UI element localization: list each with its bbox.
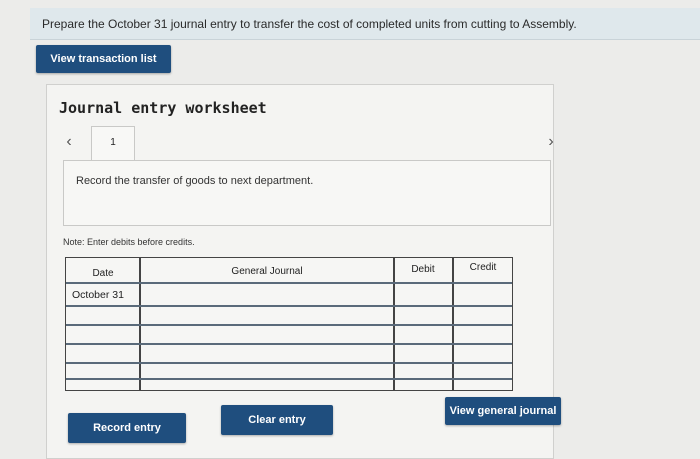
chevron-right-icon[interactable]: ›: [543, 133, 559, 151]
row-6-account-input[interactable]: [142, 380, 392, 389]
row-2-credit-input[interactable]: [455, 307, 510, 323]
question-text: Prepare the October 31 journal entry to …: [42, 17, 577, 31]
worksheet-title: Journal entry worksheet: [59, 99, 267, 117]
tab-1[interactable]: 1: [91, 126, 135, 160]
instruction-text: Record the transfer of goods to next dep…: [76, 175, 314, 187]
clear-entry-label: Clear entry: [248, 414, 306, 426]
journal-grid: Date General Journal Debit Credit Octobe…: [65, 257, 513, 391]
tab-1-label: 1: [110, 137, 116, 148]
header-debit: Debit: [411, 264, 435, 275]
row-1-account-input[interactable]: [142, 284, 392, 304]
view-transaction-list-button[interactable]: View transaction list: [36, 45, 171, 73]
header-general-journal: General Journal: [231, 266, 303, 277]
row-6-debit-input[interactable]: [396, 380, 451, 389]
record-entry-label: Record entry: [93, 422, 161, 434]
header-date: Date: [92, 268, 114, 279]
row-3-account-input[interactable]: [142, 326, 392, 342]
row-6-credit-input[interactable]: [455, 380, 510, 389]
question-banner: Prepare the October 31 journal entry to …: [30, 8, 700, 40]
row-3-credit-input[interactable]: [455, 326, 510, 342]
view-transaction-list-label: View transaction list: [50, 53, 157, 65]
row-1-debit-input[interactable]: [396, 284, 451, 304]
row-5-debit-input[interactable]: [396, 364, 451, 377]
record-entry-button[interactable]: Record entry: [68, 413, 186, 443]
header-credit: Credit: [469, 262, 497, 273]
row-1-credit-input[interactable]: [455, 284, 510, 304]
row-2-account-input[interactable]: [142, 307, 392, 323]
note-text: Note: Enter debits before credits.: [63, 237, 195, 247]
row-4-credit-input[interactable]: [455, 345, 510, 361]
view-general-journal-button[interactable]: View general journal: [445, 397, 561, 425]
row-4-account-input[interactable]: [142, 345, 392, 361]
row-5-credit-input[interactable]: [455, 364, 510, 377]
chevron-left-icon[interactable]: ‹: [61, 133, 77, 151]
row-2-debit-input[interactable]: [396, 307, 451, 323]
row-1-date: October 31: [72, 289, 124, 301]
row-3-debit-input[interactable]: [396, 326, 451, 342]
instruction-box: Record the transfer of goods to next dep…: [63, 160, 551, 226]
clear-entry-button[interactable]: Clear entry: [221, 405, 333, 435]
row-5-account-input[interactable]: [142, 364, 392, 377]
view-general-journal-label: View general journal: [449, 405, 557, 417]
row-4-debit-input[interactable]: [396, 345, 451, 361]
